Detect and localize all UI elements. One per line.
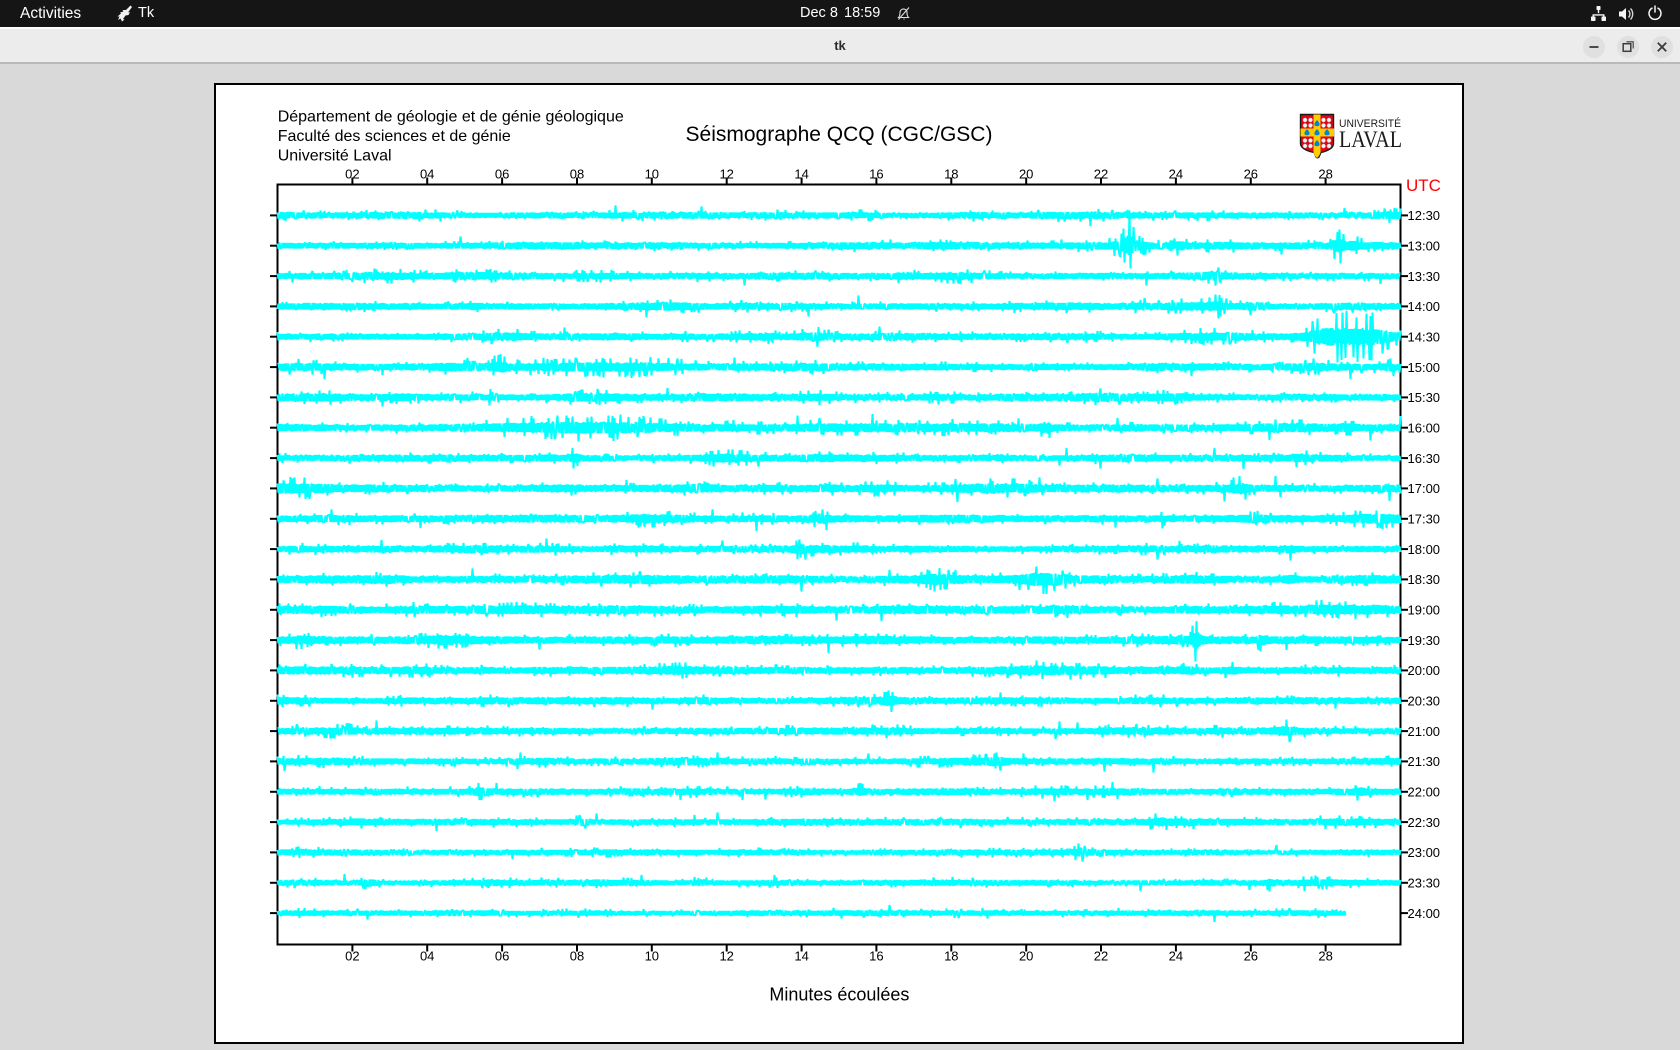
svg-text:15:00: 15:00	[1408, 360, 1441, 375]
svg-text:24: 24	[1169, 166, 1183, 181]
svg-text:22:30: 22:30	[1408, 815, 1441, 830]
svg-text:21:00: 21:00	[1408, 724, 1441, 739]
svg-text:19:30: 19:30	[1408, 633, 1441, 648]
svg-text:18:30: 18:30	[1408, 572, 1441, 587]
svg-text:10: 10	[645, 166, 659, 181]
svg-text:18: 18	[944, 949, 958, 964]
svg-text:22:00: 22:00	[1408, 785, 1441, 800]
svg-text:18: 18	[944, 166, 958, 181]
svg-text:10: 10	[645, 949, 659, 964]
svg-text:28: 28	[1318, 949, 1332, 964]
svg-text:Séismographe QCQ (CGC/GSC): Séismographe QCQ (CGC/GSC)	[686, 123, 993, 146]
svg-text:12: 12	[719, 949, 733, 964]
svg-text:08: 08	[570, 166, 584, 181]
svg-text:13:00: 13:00	[1408, 238, 1441, 253]
svg-text:04: 04	[420, 166, 434, 181]
svg-text:02: 02	[345, 949, 359, 964]
svg-text:14: 14	[794, 949, 808, 964]
svg-text:06: 06	[495, 949, 509, 964]
svg-text:20: 20	[1019, 166, 1033, 181]
svg-text:18:00: 18:00	[1408, 542, 1441, 557]
svg-text:17:30: 17:30	[1408, 511, 1441, 526]
svg-text:14:00: 14:00	[1408, 299, 1441, 314]
svg-text:16:30: 16:30	[1408, 451, 1441, 466]
svg-text:16: 16	[869, 949, 883, 964]
svg-text:24:00: 24:00	[1408, 906, 1441, 921]
svg-text:04: 04	[420, 949, 434, 964]
svg-text:19:00: 19:00	[1408, 603, 1441, 618]
svg-text:12: 12	[719, 166, 733, 181]
svg-text:24: 24	[1169, 949, 1183, 964]
svg-text:28: 28	[1318, 166, 1332, 181]
svg-text:16: 16	[869, 166, 883, 181]
svg-text:08: 08	[570, 949, 584, 964]
svg-text:26: 26	[1244, 166, 1258, 181]
svg-text:Université Laval: Université Laval	[278, 147, 392, 164]
svg-text:Faculté des sciences et de gén: Faculté des sciences et de génie	[278, 128, 511, 145]
svg-text:12:30: 12:30	[1408, 208, 1441, 223]
svg-text:15:30: 15:30	[1408, 390, 1441, 405]
svg-text:06: 06	[495, 166, 509, 181]
svg-text:23:00: 23:00	[1408, 845, 1441, 860]
svg-text:23:30: 23:30	[1408, 876, 1441, 891]
svg-text:LAVAL: LAVAL	[1339, 127, 1402, 152]
svg-text:16:00: 16:00	[1408, 420, 1441, 435]
svg-text:02: 02	[345, 166, 359, 181]
svg-text:Département de géologie et de: Département de géologie et de génie géol…	[278, 108, 624, 125]
svg-text:20:30: 20:30	[1408, 694, 1441, 709]
svg-text:22: 22	[1094, 166, 1108, 181]
svg-text:UTC: UTC	[1406, 176, 1441, 195]
svg-text:20:00: 20:00	[1408, 663, 1441, 678]
svg-text:14: 14	[794, 166, 808, 181]
svg-text:20: 20	[1019, 949, 1033, 964]
svg-text:17:00: 17:00	[1408, 481, 1441, 496]
svg-text:26: 26	[1244, 949, 1258, 964]
svg-text:13:30: 13:30	[1408, 269, 1441, 284]
svg-text:22: 22	[1094, 949, 1108, 964]
svg-text:14:30: 14:30	[1408, 329, 1441, 344]
svg-text:21:30: 21:30	[1408, 754, 1441, 769]
svg-text:Minutes écoulées: Minutes écoulées	[769, 985, 909, 1005]
